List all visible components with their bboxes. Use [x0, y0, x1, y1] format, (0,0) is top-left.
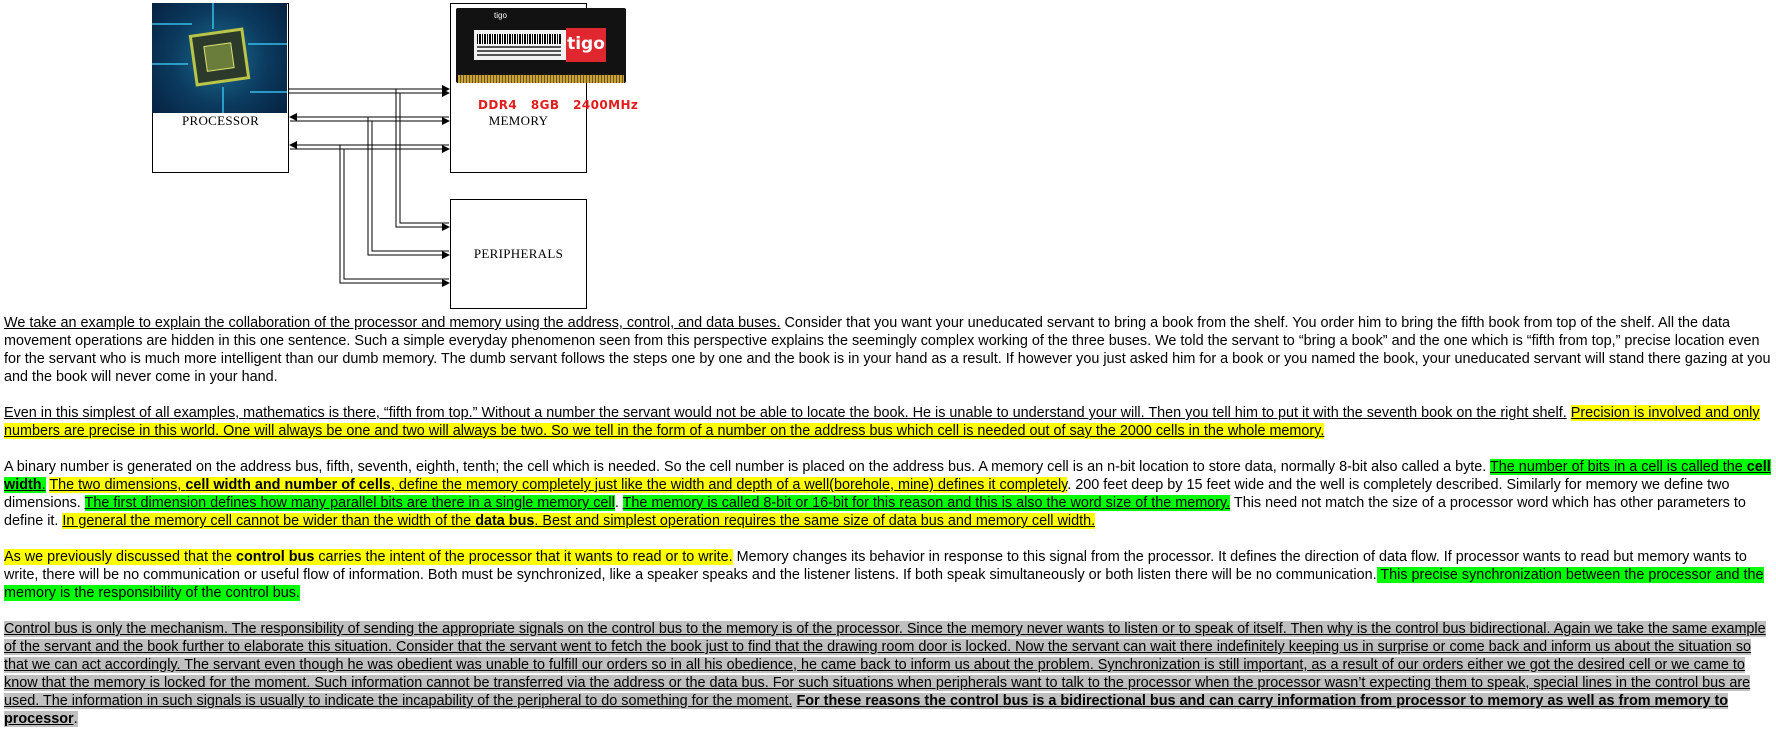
text-run: .	[614, 495, 623, 511]
text-run: The first dimension defines how many par…	[84, 495, 615, 511]
paragraph-1: We take an example to explain the collab…	[4, 314, 1772, 386]
paragraph-3: A binary number is generated on the addr…	[4, 458, 1772, 530]
text-run: The memory is called 8-bit or 16-bit for…	[622, 495, 1231, 511]
bus-lines	[289, 85, 450, 287]
paragraph-4: As we previously discussed that the cont…	[4, 548, 1772, 602]
bus-diagram: PROCESSOR MEMORY tigo tigo DDR4 8GB 2400…	[0, 0, 700, 315]
text-run: As we previously discussed that the	[4, 549, 236, 565]
paragraph-5: Control bus is only the mechanism. The r…	[4, 620, 1772, 728]
article-text: We take an example to explain the collab…	[4, 314, 1772, 746]
text-run: Even in this simplest of all examples, m…	[4, 405, 1567, 421]
text-run: data bus	[475, 513, 535, 529]
text-run: .	[73, 711, 78, 727]
paragraph-2: Even in this simplest of all examples, m…	[4, 404, 1772, 440]
text-run: carries the intent of the processor that…	[314, 549, 733, 565]
text-run: cell width and number of cells	[185, 477, 391, 493]
text-run: We take an example to explain the collab…	[4, 315, 781, 331]
text-run: A binary number is generated on the addr…	[4, 459, 1491, 475]
text-run: The two dimensions,	[49, 477, 186, 493]
text-run: control bus	[235, 549, 315, 565]
text-run: . Best and simplest operation requires t…	[534, 513, 1096, 529]
text-run: In general the memory cell cannot be wid…	[62, 513, 476, 529]
text-run: .	[41, 477, 46, 493]
text-run: The number of bits in a cell is called t…	[1490, 459, 1747, 475]
text-run: , define the memory completely just like…	[390, 477, 1068, 493]
